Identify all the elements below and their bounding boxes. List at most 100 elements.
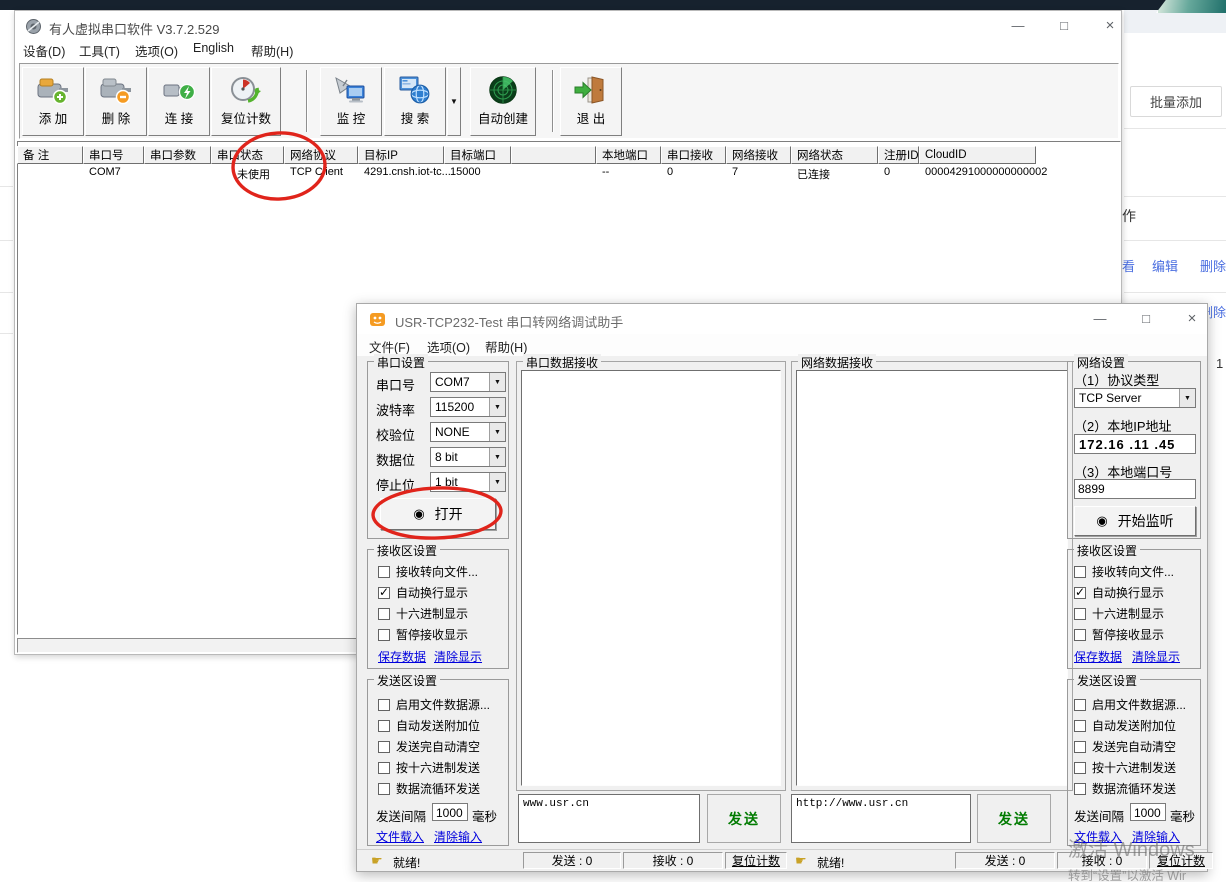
search-dropdown-arrow[interactable]: ▼ (447, 67, 461, 136)
send-interval-input[interactable]: 1000 (432, 803, 468, 821)
network-receive-textarea[interactable] (796, 370, 1068, 786)
checkbox-icon: ✓ (378, 741, 390, 753)
page-delete-link[interactable]: 删除 (1200, 256, 1226, 275)
menu-help[interactable]: 帮助(H) (251, 41, 293, 60)
data-bits-select[interactable]: 8 bit ▼ (430, 447, 506, 467)
load-file-link[interactable]: 文件载入 (376, 828, 424, 845)
com-port-select[interactable]: COM7 ▼ (430, 372, 506, 392)
menu-options[interactable]: 选项(O) (135, 41, 178, 60)
chevron-down-icon[interactable]: ▼ (489, 398, 505, 416)
local-ip-input[interactable]: 172.16 .11 .45 (1074, 434, 1196, 454)
col-header-protocol[interactable]: 网络协议 (284, 146, 358, 164)
vsp-titlebar[interactable]: 有人虚拟串口软件 V3.7.2.529 — □ × (15, 11, 1121, 41)
page-band (1124, 10, 1226, 33)
clear-input-link[interactable]: 清除输入 (1132, 828, 1180, 845)
clear-input-link[interactable]: 清除输入 (434, 828, 482, 845)
network-send-input[interactable]: http://www.usr.cn (791, 794, 971, 843)
toolbar-reset-count-button[interactable]: 复位计数 (211, 67, 281, 136)
menu-device[interactable]: 设备(D) (23, 41, 65, 60)
checkbox-auto-newline[interactable]: ✓ 自动换行显示 (1074, 584, 1164, 601)
checkbox-loop-send[interactable]: ✓ 数据流循环发送 (378, 780, 480, 797)
col-header-serial-rx[interactable]: 串口接收 (661, 146, 726, 164)
network-send-count: 发送 : 0 (955, 852, 1055, 869)
checkbox-pause-recv[interactable]: ✓ 暂停接收显示 (378, 626, 468, 643)
chevron-down-icon[interactable]: ▼ (489, 423, 505, 441)
col-header-register-id[interactable]: 注册ID (878, 146, 919, 164)
checkbox-file-data-source[interactable]: ✓ 启用文件数据源... (378, 696, 490, 713)
checkbox-send-as-hex[interactable]: ✓ 按十六进制发送 (1074, 759, 1176, 776)
checkbox-clear-after-send[interactable]: ✓ 发送完自动清空 (1074, 738, 1176, 755)
save-data-link[interactable]: 保存数据 (1074, 648, 1122, 665)
col-header-net-status[interactable]: 网络状态 (791, 146, 878, 164)
page-edit-link[interactable]: 编辑 (1152, 256, 1178, 275)
col-header-local-port[interactable]: 本地端口 (596, 146, 661, 164)
col-header-target-port[interactable]: 目标端口 (444, 146, 511, 164)
col-header-serial-status[interactable]: 串口状态 (211, 146, 284, 164)
clear-display-link[interactable]: 清除显示 (1132, 648, 1180, 665)
test-titlebar[interactable]: USR-TCP232-Test 串口转网络调试助手 — □ × (357, 304, 1207, 334)
checkbox-pause-recv[interactable]: ✓ 暂停接收显示 (1074, 626, 1164, 643)
chevron-down-icon[interactable]: ▼ (489, 373, 505, 391)
serial-send-button[interactable]: 发送 (707, 794, 781, 843)
menu-english[interactable]: English (193, 41, 234, 55)
toolbar-add-button[interactable]: 添 加 (22, 67, 84, 136)
serial-send-count: 发送 : 0 (523, 852, 621, 869)
toolbar-search-button[interactable]: 搜 索 (384, 67, 446, 136)
baud-rate-select[interactable]: 115200 ▼ (430, 397, 506, 417)
minimize-button[interactable]: — (1003, 16, 1033, 36)
checkbox-hex-display[interactable]: ✓ 十六进制显示 (1074, 605, 1164, 622)
checkbox-recv-to-file[interactable]: ✓ 接收转向文件... (378, 563, 478, 580)
col-header-net-rx[interactable]: 网络接收 (726, 146, 791, 164)
browser-tab-corner (1156, 0, 1226, 13)
parity-select[interactable]: NONE ▼ (430, 422, 506, 442)
load-file-link[interactable]: 文件载入 (1074, 828, 1122, 845)
close-button[interactable]: × (1177, 309, 1207, 329)
network-recv-count: 接收 : 0 (1057, 852, 1147, 869)
network-send-button[interactable]: 发送 (977, 794, 1051, 843)
maximize-button[interactable]: □ (1049, 16, 1079, 36)
menu-tools[interactable]: 工具(T) (79, 41, 120, 60)
network-reset-count-button[interactable]: 复位计数 (1149, 852, 1213, 869)
checkbox-clear-after-send[interactable]: ✓ 发送完自动清空 (378, 738, 480, 755)
serial-reset-count-button[interactable]: 复位计数 (725, 852, 787, 869)
chevron-down-icon[interactable]: ▼ (489, 448, 505, 466)
local-port-input[interactable]: 8899 (1074, 479, 1196, 499)
batch-add-button[interactable]: 批量添加 (1130, 86, 1222, 117)
col-header-cloud-id[interactable]: CloudID (919, 146, 1036, 164)
checkbox-recv-to-file[interactable]: ✓ 接收转向文件... (1074, 563, 1174, 580)
page-view-link[interactable]: 看 (1122, 256, 1135, 275)
checkbox-loop-send[interactable]: ✓ 数据流循环发送 (1074, 780, 1176, 797)
send-interval-input[interactable]: 1000 (1130, 803, 1166, 821)
menu-options[interactable]: 选项(O) (427, 337, 470, 356)
col-header-com-port[interactable]: 串口号 (83, 146, 144, 164)
open-serial-button[interactable]: ◉ 打开 (380, 498, 496, 530)
toolbar-auto-create-button[interactable]: 自动创建 (470, 67, 536, 136)
chevron-down-icon[interactable]: ▼ (489, 473, 505, 491)
stop-bits-select[interactable]: 1 bit ▼ (430, 472, 506, 492)
clear-display-link[interactable]: 清除显示 (434, 648, 482, 665)
serial-receive-textarea[interactable] (521, 370, 781, 786)
save-data-link[interactable]: 保存数据 (378, 648, 426, 665)
close-button[interactable]: × (1095, 16, 1125, 36)
col-header-target-ip[interactable]: 目标IP (358, 146, 444, 164)
menu-help[interactable]: 帮助(H) (485, 337, 527, 356)
maximize-button[interactable]: □ (1131, 309, 1161, 329)
minimize-button[interactable]: — (1085, 309, 1115, 329)
checkbox-file-data-source[interactable]: ✓ 启用文件数据源... (1074, 696, 1186, 713)
chevron-down-icon[interactable]: ▼ (1179, 389, 1195, 407)
toolbar-connect-button[interactable]: 连 接 (148, 67, 210, 136)
checkbox-auto-newline[interactable]: ✓ 自动换行显示 (378, 584, 468, 601)
col-header-remark[interactable]: 备 注 (17, 146, 83, 164)
toolbar-exit-button[interactable]: 退 出 (560, 67, 622, 136)
device-table-row[interactable]: COM7 未使用 TCP Client 4291.cnsh.iot-tc... … (17, 166, 1036, 182)
checkbox-send-as-hex[interactable]: ✓ 按十六进制发送 (378, 759, 480, 776)
checkbox-auto-send-addons[interactable]: ✓ 自动发送附加位 (1074, 717, 1176, 734)
checkbox-auto-send-addons[interactable]: ✓ 自动发送附加位 (378, 717, 480, 734)
toolbar-delete-button[interactable]: 删 除 (85, 67, 147, 136)
serial-send-input[interactable]: www.usr.cn (518, 794, 700, 843)
start-listen-button[interactable]: ◉ 开始监听 (1074, 506, 1196, 536)
protocol-type-select[interactable]: TCP Server ▼ (1074, 388, 1196, 408)
toolbar-monitor-button[interactable]: 监 控 (320, 67, 382, 136)
col-header-serial-params[interactable]: 串口参数 (144, 146, 211, 164)
checkbox-hex-display[interactable]: ✓ 十六进制显示 (378, 605, 468, 622)
